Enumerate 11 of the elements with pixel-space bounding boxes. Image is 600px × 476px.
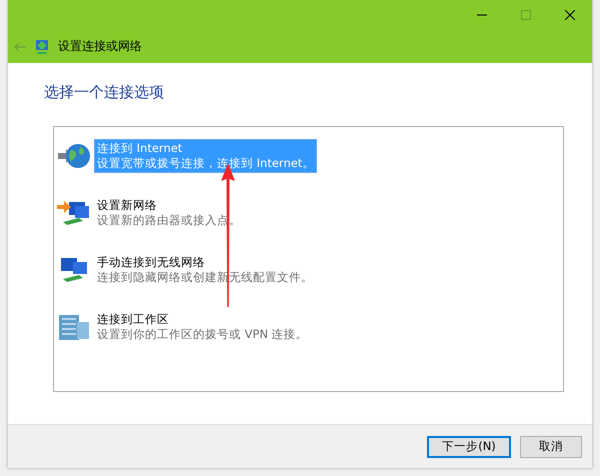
page-heading: 选择一个连接选项 bbox=[44, 83, 165, 102]
window-title: 设置连接或网络 bbox=[58, 38, 142, 55]
minimize-icon[interactable] bbox=[477, 14, 487, 16]
network-computers-icon bbox=[57, 198, 91, 228]
office-building-icon bbox=[57, 312, 91, 342]
next-button[interactable]: 下一步(N) bbox=[427, 436, 511, 458]
cancel-button[interactable]: 取消 bbox=[520, 436, 582, 458]
network-setup-icon bbox=[34, 38, 50, 54]
connection-option[interactable]: 连接到工作区 设置到你的工作区的拨号或 VPN 连接。 bbox=[94, 310, 311, 344]
close-icon[interactable] bbox=[565, 10, 575, 20]
globe-icon bbox=[57, 141, 91, 171]
